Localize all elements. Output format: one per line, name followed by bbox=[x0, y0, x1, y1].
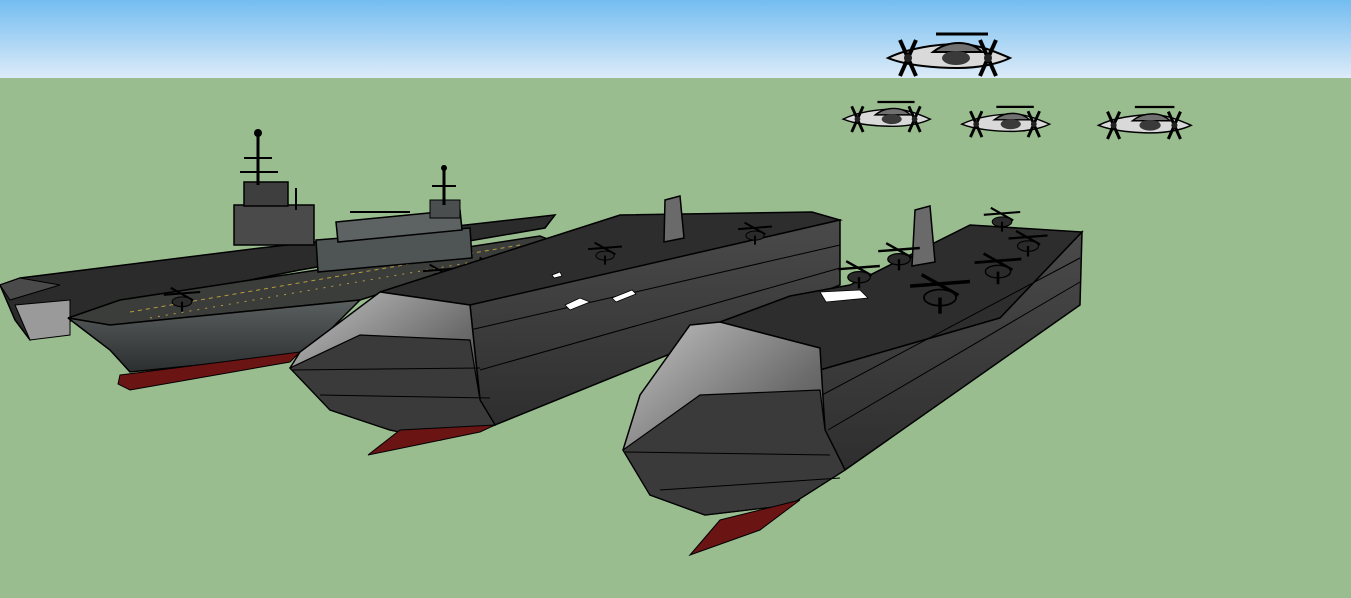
scene-canvas bbox=[0, 0, 1351, 598]
sky-background bbox=[0, 0, 1351, 78]
sketchup-scene bbox=[0, 0, 1351, 598]
